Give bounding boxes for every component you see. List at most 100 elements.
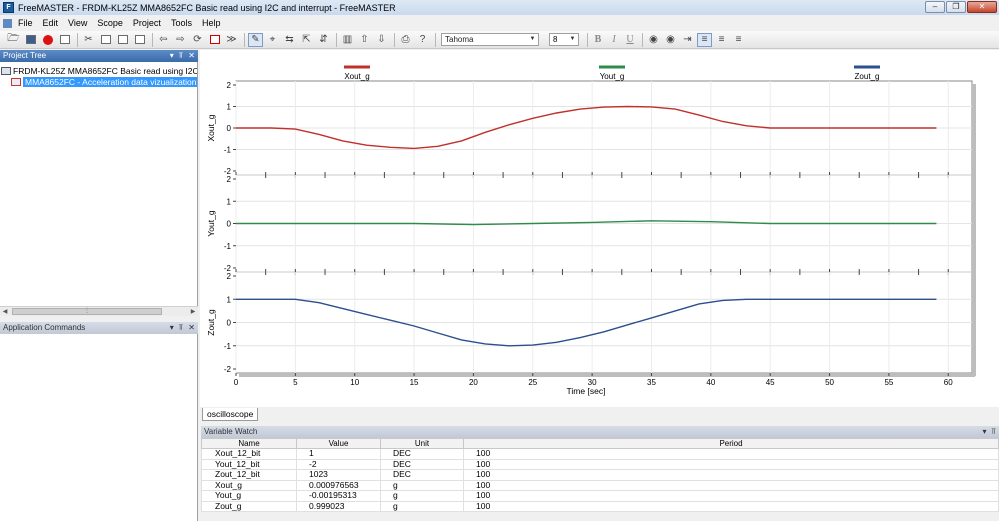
- table-row[interactable]: Yout_g -0.00195313 g 100: [201, 490, 999, 502]
- panel-menu-icon[interactable]: ▾: [982, 426, 986, 438]
- open-folder-icon[interactable]: 🗁: [6, 33, 21, 47]
- font-size-value: 8: [553, 35, 558, 44]
- plot-shadow: [239, 373, 975, 377]
- underline-button[interactable]: U: [623, 33, 637, 47]
- close-button[interactable]: ✕: [967, 1, 997, 13]
- grid-icon[interactable]: ▥: [340, 33, 355, 47]
- scroll-left-icon[interactable]: ◀: [0, 307, 10, 317]
- tree-item-root[interactable]: FRDM-KL25Z MMA8652FC Basic read using I2…: [1, 65, 197, 76]
- x-tick-label: 40: [706, 378, 715, 387]
- measure-icon[interactable]: ⇵: [316, 33, 331, 47]
- draw-mode-icon[interactable]: ✎: [248, 32, 263, 47]
- tab-oscilloscope[interactable]: oscilloscope: [202, 408, 259, 421]
- stop-icon[interactable]: [40, 33, 55, 47]
- panel-menu-icon[interactable]: ▾: [170, 50, 174, 62]
- col-unit[interactable]: Unit: [380, 438, 464, 449]
- pin-icon[interactable]: ⫪: [991, 426, 996, 438]
- cell-value: -2: [296, 458, 381, 470]
- scrollbar-thumb[interactable]: ⋮: [12, 308, 162, 315]
- menu-tools[interactable]: Tools: [166, 15, 197, 31]
- cell-period: 100: [463, 448, 999, 460]
- menu-project[interactable]: Project: [128, 15, 166, 31]
- y-tick-label: -2: [224, 365, 232, 374]
- panel-close-icon[interactable]: ✕: [188, 50, 195, 62]
- menu-edit[interactable]: Edit: [38, 15, 64, 31]
- watch-icon[interactable]: ≫: [224, 33, 239, 47]
- font-name-select[interactable]: Tahoma ▼: [441, 33, 539, 46]
- font-size-select[interactable]: 8 ▼: [549, 33, 579, 46]
- y-tick-label: -1: [224, 242, 232, 251]
- print-icon[interactable]: ⎙: [398, 33, 413, 47]
- cut-icon[interactable]: ✂: [81, 33, 96, 47]
- chevron-down-icon: ▼: [529, 36, 536, 42]
- paste-icon[interactable]: [115, 33, 130, 47]
- scroll-right-icon[interactable]: ▶: [188, 307, 198, 317]
- legend-label: Xout_g: [344, 72, 369, 81]
- save-icon[interactable]: [23, 33, 38, 47]
- pan-icon[interactable]: ⇆: [282, 33, 297, 47]
- cell-name: Zout_g: [201, 500, 297, 512]
- panel-close-icon[interactable]: ✕: [188, 322, 195, 334]
- bullet-list-icon[interactable]: ◉: [646, 33, 661, 47]
- numbered-list-icon[interactable]: ◉: [663, 33, 678, 47]
- x-tick-label: 0: [234, 378, 239, 387]
- cell-name: Yout_12_bit: [201, 458, 297, 470]
- col-value[interactable]: Value: [296, 438, 381, 449]
- variable-watch-table: Name Value Unit Period Xout_12_bit 1 DEC 10…: [201, 438, 999, 512]
- context-help-icon[interactable]: ?: [415, 33, 430, 47]
- pin-icon[interactable]: ⫪: [179, 322, 184, 334]
- project-tree: FRDM-KL25Z MMA8652FC Basic read using I2…: [0, 62, 198, 306]
- copy-icon[interactable]: [98, 33, 113, 47]
- x-tick-label: 25: [528, 378, 537, 387]
- bold-button[interactable]: B: [591, 33, 605, 47]
- properties-icon[interactable]: [132, 33, 147, 47]
- indent-icon[interactable]: ⇥: [680, 33, 695, 47]
- project-tree-title: Project Tree: [3, 51, 47, 60]
- panel-menu-icon[interactable]: ▾: [170, 322, 174, 334]
- italic-button[interactable]: I: [607, 33, 621, 47]
- window-title: FreeMASTER - FRDM-KL25Z MMA8652FC Basic …: [18, 2, 396, 13]
- variable-icon[interactable]: [207, 33, 222, 47]
- minimize-button[interactable]: –: [925, 1, 945, 13]
- menu-view[interactable]: View: [63, 15, 92, 31]
- x-tick-label: 20: [469, 378, 478, 387]
- align-center-icon[interactable]: ≡: [714, 33, 729, 47]
- back-arrow-icon[interactable]: ⇦: [156, 33, 171, 47]
- project-tree-scrollbar[interactable]: ◀ ⋮ ▶: [0, 306, 198, 316]
- x-tick-label: 35: [647, 378, 656, 387]
- table-row[interactable]: Zout_12_bit 1023 DEC 100: [201, 469, 999, 481]
- cell-unit: DEC: [380, 469, 464, 481]
- table-row[interactable]: Zout_g 0.999023 g 100: [201, 500, 999, 512]
- zoom-icon[interactable]: ⌖: [265, 33, 280, 47]
- col-name[interactable]: Name: [201, 438, 297, 449]
- align-left-icon[interactable]: ≡: [697, 32, 712, 47]
- align-right-icon[interactable]: ≡: [731, 33, 746, 47]
- menu-help[interactable]: Help: [197, 15, 226, 31]
- cursor-icon[interactable]: ⇱: [299, 33, 314, 47]
- menu-scope[interactable]: Scope: [92, 15, 128, 31]
- pin-icon[interactable]: ⫪: [179, 50, 184, 62]
- table-row[interactable]: Xout_g 0.000976563 g 100: [201, 479, 999, 491]
- refresh-icon[interactable]: ⟳: [190, 33, 205, 47]
- variable-watch-header: Variable Watch ▾ ⫪: [201, 426, 999, 438]
- oscilloscope-chart[interactable]: Xout_g Yout_g Zout_g210-1-2Xout_g210-1-2Yo…: [200, 50, 999, 407]
- app-commands-header: Application Commands ▾ ⫪ ✕: [0, 322, 198, 334]
- variable-watch-title: Variable Watch: [204, 427, 258, 436]
- x-tick-label: 15: [410, 378, 419, 387]
- y-tick-label: -1: [224, 146, 232, 155]
- col-period[interactable]: Period: [463, 438, 999, 449]
- document-menu-icon[interactable]: [3, 18, 12, 28]
- down-arrow-icon[interactable]: ⇩: [374, 33, 389, 47]
- freemaster-app-icon[interactable]: F: [3, 2, 14, 13]
- menu-file[interactable]: File: [13, 15, 38, 31]
- cell-unit: DEC: [380, 458, 464, 470]
- restore-button[interactable]: ❐: [946, 1, 966, 13]
- cell-value: 1023: [296, 469, 381, 481]
- forward-arrow-icon[interactable]: ⇨: [173, 33, 188, 47]
- y-tick-label: 2: [227, 175, 232, 184]
- options-icon[interactable]: [57, 33, 72, 47]
- tree-item-scope[interactable]: MMA8652FC - Acceleration data vizualizat…: [11, 76, 197, 87]
- up-arrow-icon[interactable]: ⇧: [357, 33, 372, 47]
- table-row[interactable]: Yout_12_bit -2 DEC 100: [201, 458, 999, 470]
- table-row[interactable]: Xout_12_bit 1 DEC 100: [201, 448, 999, 460]
